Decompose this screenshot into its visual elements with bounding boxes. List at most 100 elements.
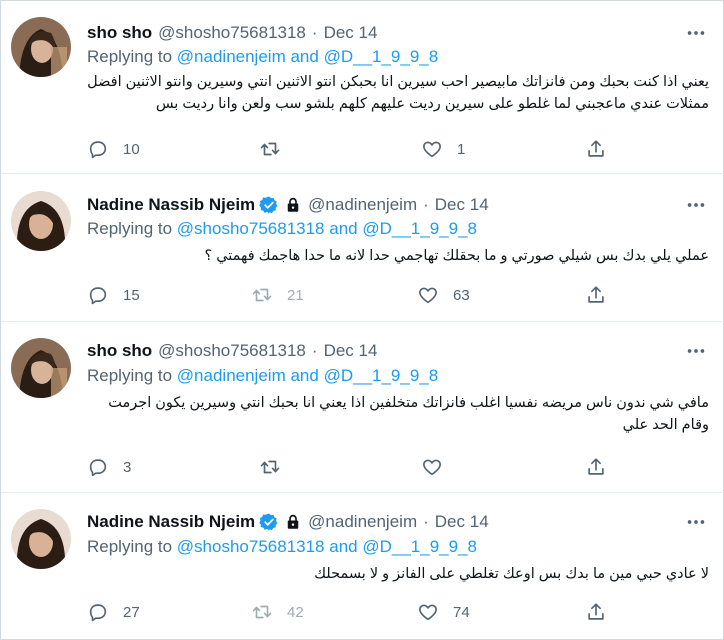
retweet-count: 42 <box>287 603 304 621</box>
like-button[interactable] <box>421 456 457 478</box>
share-button[interactable] <box>585 284 607 306</box>
tweet-header: Nadine Nassib Njeim @nadinenjeim · Dec 1… <box>87 510 489 534</box>
reply-mention-link[interactable]: @nadinenjeim <box>177 47 286 66</box>
tweet-date[interactable]: Dec 14 <box>435 195 489 215</box>
retweet-count: 21 <box>287 286 304 304</box>
comment-bubble-icon <box>89 287 107 305</box>
replying-prefix: Replying to <box>87 47 173 66</box>
tweet-thread: sho sho @shosho75681318 · Dec 14 Replyin… <box>0 0 724 640</box>
retweet-arrows-icon <box>260 142 280 156</box>
heart-icon <box>423 459 441 476</box>
like-button[interactable]: 74 <box>417 601 470 623</box>
display-name[interactable]: Nadine Nassib Njeim <box>87 512 255 532</box>
user-handle[interactable]: @nadinenjeim <box>308 512 417 532</box>
reply-and-link[interactable]: and <box>290 47 318 66</box>
retweet-button[interactable] <box>259 456 295 478</box>
tweet-actions: 3 <box>87 456 609 482</box>
display-name[interactable]: sho sho <box>87 341 152 361</box>
reply-mention-link[interactable]: @D__1_9_9_8 <box>324 366 439 385</box>
tweet-actions: 27 42 74 <box>87 601 609 627</box>
retweet-button[interactable]: 21 <box>251 284 304 306</box>
separator-dot: · <box>311 341 318 360</box>
reply-mention-link[interactable]: @shosho75681318 <box>177 219 325 238</box>
heart-icon <box>419 287 437 304</box>
tweet[interactable]: sho sho @shosho75681318 · Dec 14 Replyin… <box>1 322 724 493</box>
separator-dot: · <box>423 195 429 214</box>
replying-to: Replying to @nadinenjeim and @D__1_9_9_8 <box>87 366 438 386</box>
avatar[interactable] <box>11 509 71 569</box>
reply-button[interactable]: 3 <box>87 456 131 478</box>
comment-bubble-icon <box>89 604 107 622</box>
share-upload-icon <box>588 140 604 157</box>
reply-mention-link[interactable]: @D__1_9_9_8 <box>362 537 477 556</box>
more-dots-icon[interactable] <box>685 511 707 533</box>
tweet-text: يعني اذا كنت بحبك ومن فانزاتك مابيصير اح… <box>87 74 709 112</box>
tweet[interactable]: Nadine Nassib Njeim @nadinenjeim · Dec 1… <box>1 174 724 322</box>
replying-prefix: Replying to <box>87 366 173 385</box>
share-button[interactable] <box>585 456 607 478</box>
like-button[interactable]: 1 <box>421 138 465 160</box>
user-handle[interactable]: @shosho75681318 <box>158 23 306 43</box>
tweet-header: Nadine Nassib Njeim @nadinenjeim · Dec 1… <box>87 193 489 217</box>
more-dots-icon[interactable] <box>685 340 707 362</box>
reply-mention-link[interactable]: @nadinenjeim <box>177 366 286 385</box>
reply-mention-link[interactable]: @D__1_9_9_8 <box>324 47 439 66</box>
reply-mention-link[interactable]: @shosho75681318 <box>177 537 325 556</box>
display-name[interactable]: sho sho <box>87 23 152 43</box>
heart-icon <box>419 604 437 621</box>
verified-badge-icon <box>259 513 278 531</box>
tweet-date[interactable]: Dec 14 <box>324 23 378 43</box>
tweet-actions: 10 1 <box>87 138 609 164</box>
avatar[interactable] <box>11 17 71 77</box>
like-count: 74 <box>453 603 470 621</box>
retweet-button[interactable]: 42 <box>251 601 304 623</box>
display-name[interactable]: Nadine Nassib Njeim <box>87 195 255 215</box>
retweet-arrows-icon <box>252 288 272 302</box>
reply-count: 3 <box>123 458 132 476</box>
reply-button[interactable]: 15 <box>87 284 140 306</box>
replying-to: Replying to @shosho75681318 and @D__1_9_… <box>87 219 477 239</box>
reply-mention-link[interactable]: @D__1_9_9_8 <box>362 219 477 238</box>
separator-dot: · <box>423 512 429 531</box>
tweet-header: sho sho @shosho75681318 · Dec 14 <box>87 21 377 45</box>
lock-icon <box>287 514 299 529</box>
like-button[interactable]: 63 <box>417 284 470 306</box>
lock-icon <box>287 197 299 212</box>
tweet-actions: 15 21 63 <box>87 284 609 310</box>
reply-and-link[interactable]: and <box>290 366 318 385</box>
retweet-arrows-icon <box>260 460 280 474</box>
reply-and-link[interactable]: and <box>329 219 357 238</box>
retweet-arrows-icon <box>252 605 272 619</box>
reply-button[interactable]: 27 <box>87 601 140 623</box>
user-handle[interactable]: @shosho75681318 <box>158 341 306 361</box>
more-dots-icon[interactable] <box>685 22 707 44</box>
reply-and-link[interactable]: and <box>329 537 357 556</box>
replying-to: Replying to @nadinenjeim and @D__1_9_9_8 <box>87 47 438 67</box>
user-handle[interactable]: @nadinenjeim <box>308 195 417 215</box>
tweet[interactable]: sho sho @shosho75681318 · Dec 14 Replyin… <box>1 1 724 174</box>
separator-dot: · <box>311 23 318 42</box>
tweet-header: sho sho @shosho75681318 · Dec 14 <box>87 339 377 363</box>
replying-prefix: Replying to <box>87 537 173 556</box>
share-button[interactable] <box>585 138 607 160</box>
tweet-text: مافي شي ندون ناس مريضه نفسيا اغلب فانزات… <box>108 395 709 433</box>
tweet-date[interactable]: Dec 14 <box>324 341 378 361</box>
retweet-button[interactable] <box>259 138 295 160</box>
avatar[interactable] <box>11 338 71 398</box>
replying-prefix: Replying to <box>87 219 173 238</box>
reply-button[interactable]: 10 <box>87 138 140 160</box>
reply-count: 27 <box>123 603 140 621</box>
tweet-text: لا عادي حبي مين ما بدك بس اوعك تغلطي على… <box>314 566 709 582</box>
tweet-date[interactable]: Dec 14 <box>435 512 489 532</box>
share-upload-icon <box>588 458 604 475</box>
share-button[interactable] <box>585 601 607 623</box>
reply-count: 10 <box>123 140 140 158</box>
heart-icon <box>423 141 441 158</box>
avatar[interactable] <box>11 191 71 251</box>
verified-badge-icon <box>259 196 278 214</box>
comment-bubble-icon <box>89 459 107 477</box>
more-dots-icon[interactable] <box>685 194 707 216</box>
tweet[interactable]: Nadine Nassib Njeim @nadinenjeim · Dec 1… <box>1 493 724 640</box>
share-upload-icon <box>588 286 604 303</box>
reply-count: 15 <box>123 286 140 304</box>
